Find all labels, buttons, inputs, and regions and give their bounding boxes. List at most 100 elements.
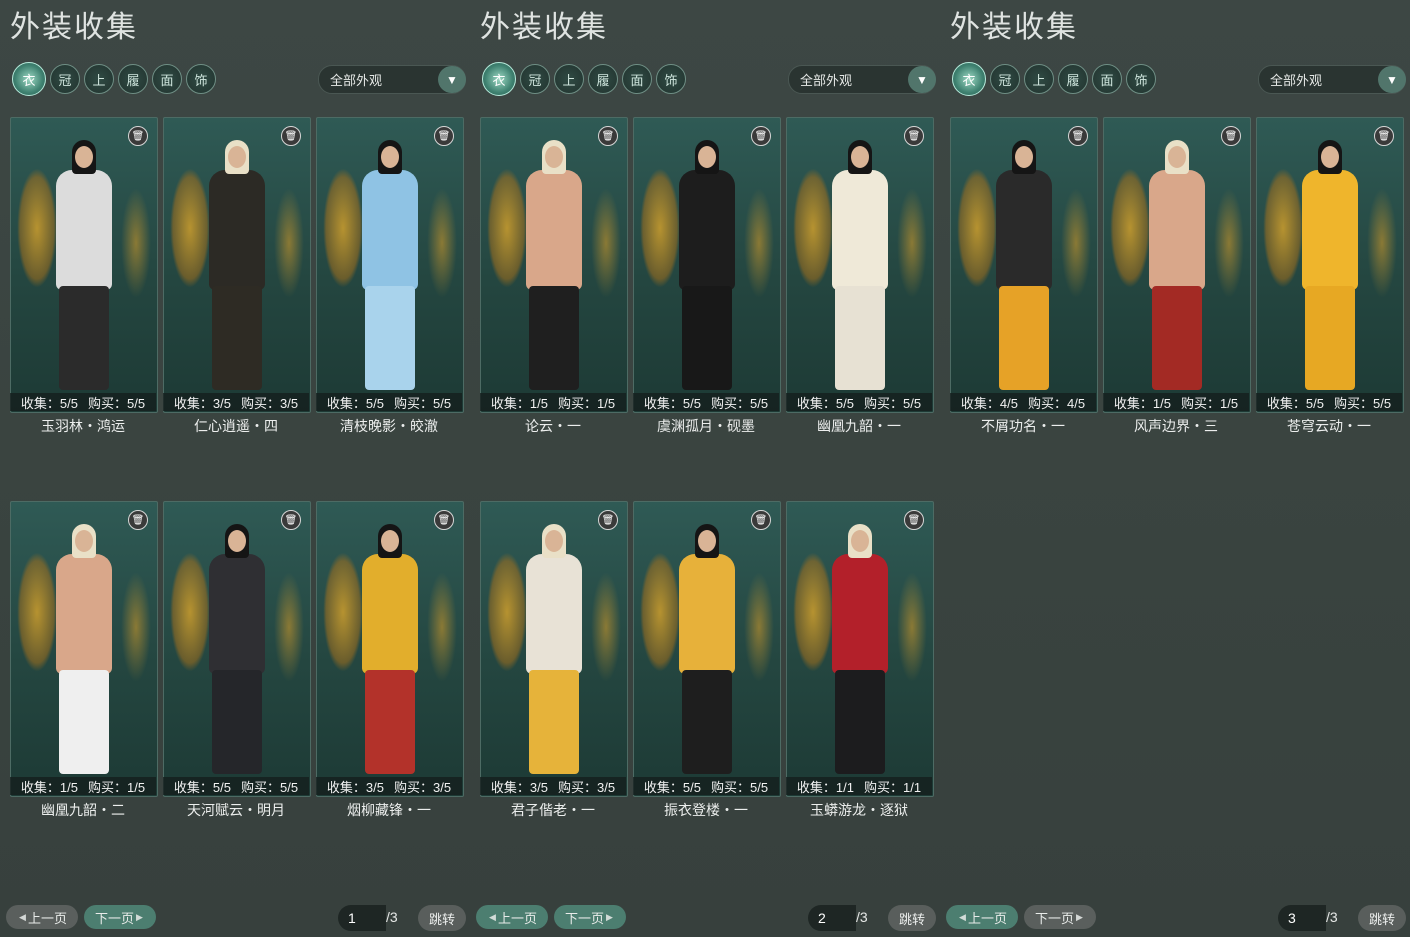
character-figure	[202, 524, 272, 774]
trash-icon[interactable]: 🗑	[751, 126, 771, 146]
next-page-button[interactable]: 下一页 ▶	[84, 905, 156, 929]
shoes-icon[interactable]: 履	[1058, 64, 1088, 94]
next-page-button[interactable]: 下一页 ▶	[554, 905, 626, 929]
shoes-icon[interactable]: 履	[118, 64, 148, 94]
outfit-card[interactable]: 🗑 收集：5/5 购买：5/5 幽凰九韶・一	[786, 117, 934, 434]
trash-icon[interactable]: 🗑	[751, 510, 771, 530]
page-total: /3	[1326, 909, 1338, 925]
outfit-card[interactable]: 🗑 收集：1/5 购买：1/5 风声边界・三	[1103, 117, 1251, 434]
outfit-card[interactable]: 🗑 收集：5/5 购买：5/5 振衣登楼・一	[633, 501, 781, 818]
jump-button[interactable]: 跳转	[888, 905, 936, 931]
hat-icon[interactable]: 冠	[520, 64, 550, 94]
character-figure	[202, 140, 272, 390]
outfit-preview	[480, 117, 628, 413]
trash-icon[interactable]: 🗑	[434, 510, 454, 530]
outfit-card[interactable]: 🗑 收集：5/5 购买：5/5 苍穹云动・一	[1256, 117, 1404, 434]
outfit-card[interactable]: 🗑 收集：1/1 购买：1/1 玉蟒游龙・逐狱	[786, 501, 934, 818]
buy-count: 购买：5/5	[88, 395, 146, 411]
hat-icon[interactable]: 冠	[990, 64, 1020, 94]
outfit-preview	[786, 501, 934, 797]
outfit-icon[interactable]: 衣	[952, 62, 986, 96]
outfit-name: 天河赋云・明月	[187, 802, 285, 818]
trash-icon[interactable]: 🗑	[281, 510, 301, 530]
buy-count: 购买：5/5	[1334, 395, 1392, 411]
trash-icon[interactable]: 🗑	[128, 126, 148, 146]
mask-icon[interactable]: 面	[622, 64, 652, 94]
page-number-input[interactable]: 1	[338, 905, 386, 931]
character-figure	[989, 140, 1059, 390]
accessory-icon[interactable]: 饰	[1126, 64, 1156, 94]
trash-icon[interactable]: 🗑	[1068, 126, 1088, 146]
collect-count: 收集：4/5	[960, 395, 1018, 411]
outfit-name: 振衣登楼・一	[664, 802, 748, 818]
collect-count: 收集：3/5	[490, 779, 548, 795]
trash-icon[interactable]: 🗑	[904, 126, 924, 146]
trash-icon[interactable]: 🗑	[1374, 126, 1394, 146]
chevron-down-icon[interactable]: ▼	[438, 66, 466, 93]
outfit-card[interactable]: 🗑 收集：5/5 购买：5/5 清枝晚影・皎澈	[316, 117, 464, 434]
collect-count: 收集：5/5	[1266, 395, 1324, 411]
trash-icon[interactable]: 🗑	[598, 126, 618, 146]
prev-page-button[interactable]: ◀ 上一页	[6, 905, 78, 929]
top-icon[interactable]: 上	[84, 64, 114, 94]
outfit-preview	[1103, 117, 1251, 413]
panel-title: 外装收集	[10, 10, 138, 45]
outfit-icon[interactable]: 衣	[12, 62, 46, 96]
outfit-card[interactable]: 🗑 收集：4/5 购买：4/5 不屑功名・一	[950, 117, 1098, 434]
trash-icon[interactable]: 🗑	[281, 126, 301, 146]
outfit-card[interactable]: 🗑 收集：1/5 购买：1/5 论云・一	[480, 117, 628, 434]
trash-icon[interactable]: 🗑	[434, 126, 454, 146]
outfit-card[interactable]: 🗑 收集：5/5 购买：5/5 虞渊孤月・砚墨	[633, 117, 781, 434]
outfit-grid: 🗑 收集：5/5 购买：5/5 玉羽林・鸿运 🗑 收集：3/5 购买：3/5 仁心逍…	[10, 117, 465, 837]
collect-count: 收集：5/5	[796, 395, 854, 411]
outfit-name: 风声边界・三	[1134, 418, 1218, 434]
filter-label: 全部外观	[800, 73, 853, 88]
jump-button[interactable]: 跳转	[1358, 905, 1406, 931]
chevron-down-icon[interactable]: ▼	[908, 66, 936, 93]
outfit-grid: 🗑 收集：1/5 购买：1/5 论云・一 🗑 收集：5/5 购买：5/5 虞渊孤月・…	[480, 117, 935, 837]
prev-label: 上一页	[967, 910, 1007, 926]
prev-page-button[interactable]: ◀ 上一页	[476, 905, 548, 929]
hat-icon[interactable]: 冠	[50, 64, 80, 94]
page-number-input[interactable]: 3	[1278, 905, 1326, 931]
buy-count: 购买：3/5	[394, 779, 452, 795]
buy-count: 购买：1/1	[864, 779, 922, 795]
buy-count: 购买：1/5	[88, 779, 146, 795]
outfit-card[interactable]: 🗑 收集：1/5 购买：1/5 幽凰九韶・二	[10, 501, 158, 818]
trash-icon[interactable]: 🗑	[904, 510, 924, 530]
jump-button[interactable]: 跳转	[418, 905, 466, 931]
mask-icon[interactable]: 面	[1092, 64, 1122, 94]
outfit-card[interactable]: 🗑 收集：5/5 购买：5/5 玉羽林・鸿运	[10, 117, 158, 434]
trash-icon[interactable]: 🗑	[598, 510, 618, 530]
outfit-card[interactable]: 🗑 收集：3/5 购买：3/5 仁心逍遥・四	[163, 117, 311, 434]
prev-page-button[interactable]: ◀ 上一页	[946, 905, 1018, 929]
mask-icon[interactable]: 面	[152, 64, 182, 94]
appearance-filter-dropdown[interactable]: 全部外观 ▼	[1258, 65, 1406, 94]
shoes-icon[interactable]: 履	[588, 64, 618, 94]
outfit-card[interactable]: 🗑 收集：3/5 购买：3/5 君子偕老・一	[480, 501, 628, 818]
accessory-icon[interactable]: 饰	[656, 64, 686, 94]
top-icon[interactable]: 上	[554, 64, 584, 94]
outfit-card[interactable]: 🗑 收集：3/5 购买：3/5 烟柳藏锋・一	[316, 501, 464, 818]
accessory-icon[interactable]: 饰	[186, 64, 216, 94]
outfit-preview	[163, 501, 311, 797]
character-figure	[519, 524, 589, 774]
collect-count: 收集：5/5	[326, 395, 384, 411]
filter-label: 全部外观	[1270, 73, 1323, 88]
next-page-button[interactable]: 下一页 ▶	[1024, 905, 1096, 929]
appearance-filter-dropdown[interactable]: 全部外观 ▼	[788, 65, 936, 94]
chevron-down-icon[interactable]: ▼	[1378, 66, 1406, 93]
page-number-input[interactable]: 2	[808, 905, 856, 931]
outfit-name: 君子偕老・一	[511, 802, 595, 818]
trash-icon[interactable]: 🗑	[1221, 126, 1241, 146]
collect-count: 收集：1/5	[1113, 395, 1171, 411]
trash-icon[interactable]: 🗑	[128, 510, 148, 530]
character-figure	[49, 140, 119, 390]
appearance-filter-dropdown[interactable]: 全部外观 ▼	[318, 65, 466, 94]
outfit-card[interactable]: 🗑 收集：5/5 购买：5/5 天河赋云・明月	[163, 501, 311, 818]
card-stats: 收集：1/5 购买：1/5	[10, 777, 156, 795]
outfit-icon[interactable]: 衣	[482, 62, 516, 96]
card-stats: 收集：3/5 购买：3/5	[480, 777, 626, 795]
outfit-preview	[163, 117, 311, 413]
top-icon[interactable]: 上	[1024, 64, 1054, 94]
